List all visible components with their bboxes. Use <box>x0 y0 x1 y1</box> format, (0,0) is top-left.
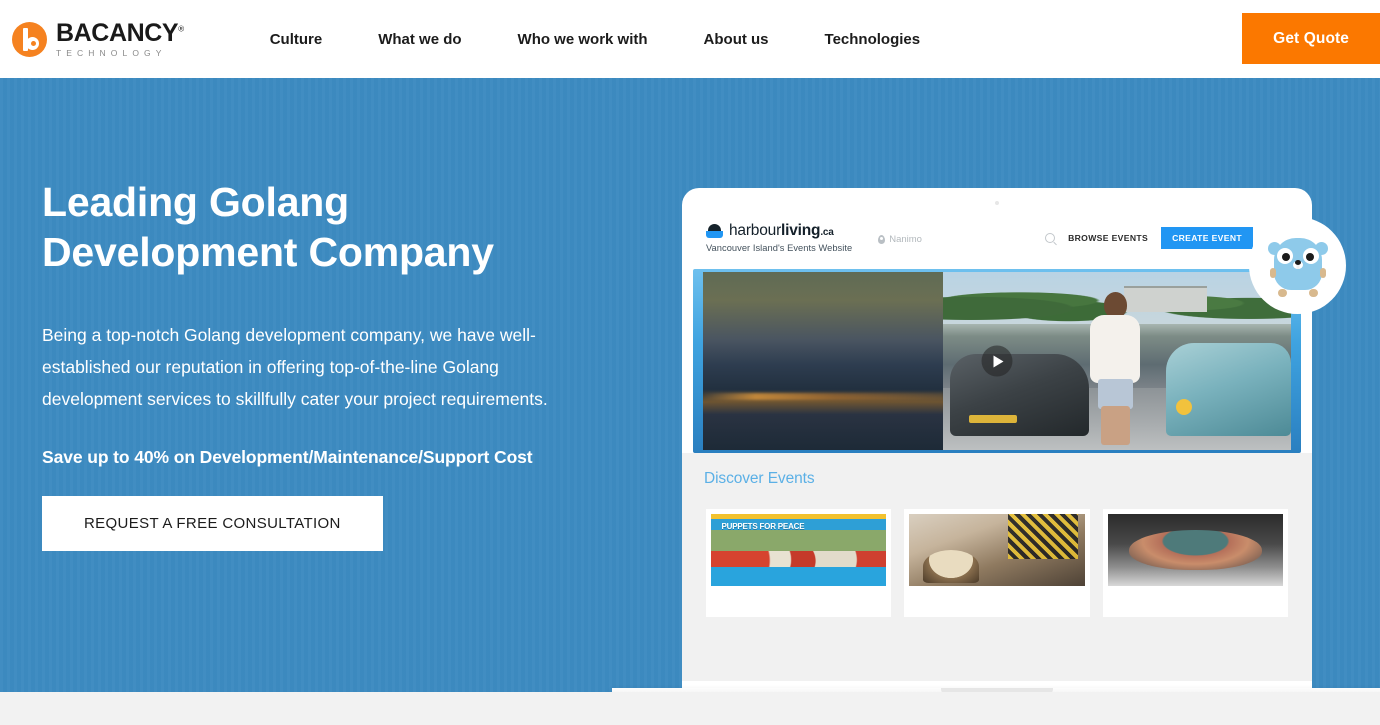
event-card-drumming[interactable] <box>904 509 1090 617</box>
event-card-puppets[interactable]: PUPPETS FOR PEACE <box>706 509 892 617</box>
mockup-header-actions: BROWSE EVENTS CREATE EVENT <box>1045 227 1288 249</box>
nav-item-technologies[interactable]: Technologies <box>797 31 949 48</box>
hero-description: Being a top-notch Golang development com… <box>42 325 548 410</box>
webcam-icon <box>995 201 999 205</box>
hero-copy: Leading Golang Development Company Being… <box>42 178 642 552</box>
mockup-brand-tld: .ca <box>820 226 834 238</box>
nav-item-about-us[interactable]: About us <box>676 31 797 48</box>
mockup-brand-bold: living <box>781 221 821 239</box>
event-thumbnail-drumming <box>909 514 1085 586</box>
event-poster-text: PUPPETS FOR PEACE <box>721 521 805 531</box>
event-thumbnail-puppets: PUPPETS FOR PEACE <box>711 514 887 586</box>
request-free-consultation-button[interactable]: REQUEST A FREE CONSULTATION <box>42 496 383 552</box>
nav-item-culture[interactable]: Culture <box>242 31 351 48</box>
laptop-screen: harbourliving.ca Vancouver Island's Even… <box>682 188 1312 688</box>
browse-events-link[interactable]: BROWSE EVENTS <box>1068 233 1148 243</box>
page-title: Leading Golang Development Company <box>42 179 494 275</box>
hero-savings-text: Save up to 40% on Development/Maintenanc… <box>42 447 533 468</box>
location-pin-icon <box>878 234 886 244</box>
mockup-site-header: harbourliving.ca Vancouver Island's Even… <box>682 188 1312 260</box>
site-header: BACANCY® TECHNOLOGY Culture What we do W… <box>0 0 1380 78</box>
mockup-event-card-list: PUPPETS FOR PEACE <box>682 488 1312 617</box>
mockup-brand-prefix: harbour <box>729 221 782 239</box>
primary-navigation: Culture What we do Who we work with Abou… <box>242 31 948 48</box>
harbourliving-logo-icon <box>706 223 723 238</box>
mockup-section-title: Discover Events <box>704 470 815 487</box>
laptop-notch <box>941 688 1053 692</box>
brand-subtitle: TECHNOLOGY <box>56 47 167 58</box>
mockup-tagline: Vancouver Island's Events Website <box>706 242 853 253</box>
create-event-button[interactable]: CREATE EVENT <box>1161 227 1253 249</box>
event-thumbnail-ceramics <box>1107 514 1283 586</box>
laptop-mockup: harbourliving.ca Vancouver Island's Even… <box>612 188 1380 692</box>
brand-name: BACANCY® <box>56 18 184 47</box>
go-gopher-icon <box>1267 235 1328 297</box>
nav-item-who-we-work-with[interactable]: Who we work with <box>490 31 676 48</box>
get-quote-button[interactable]: Get Quote <box>1242 13 1380 64</box>
brand-logo[interactable]: BACANCY® TECHNOLOGY <box>12 18 184 58</box>
mockup-discover-section: Discover Events PUPPETS FOR PEACE <box>682 453 1312 681</box>
page-bottom-strip <box>0 692 1380 725</box>
hero-section: Leading Golang Development Company Being… <box>0 78 1380 692</box>
go-gopher-badge <box>1249 217 1346 314</box>
search-icon[interactable] <box>1045 233 1056 243</box>
mockup-brand-text: harbourliving.ca <box>729 222 834 240</box>
mockup-location-selector[interactable]: Nanimo <box>878 234 922 245</box>
laptop-base <box>612 688 1380 692</box>
play-button-icon[interactable] <box>981 345 1013 377</box>
brand-name-text: BACANCY <box>56 18 179 47</box>
mockup-brand[interactable]: harbourliving.ca Vancouver Island's Even… <box>706 222 852 253</box>
nav-item-what-we-do[interactable]: What we do <box>350 31 489 48</box>
mockup-sunset-photo <box>703 272 943 450</box>
mockup-hero-media <box>693 269 1301 453</box>
bacancy-logo-icon <box>12 21 47 57</box>
event-card-ceramics[interactable] <box>1102 509 1288 617</box>
brand-logo-text: BACANCY® TECHNOLOGY <box>56 18 184 58</box>
registered-trademark-icon: ® <box>178 24 184 34</box>
mockup-location-value: Nanimo <box>889 233 922 245</box>
